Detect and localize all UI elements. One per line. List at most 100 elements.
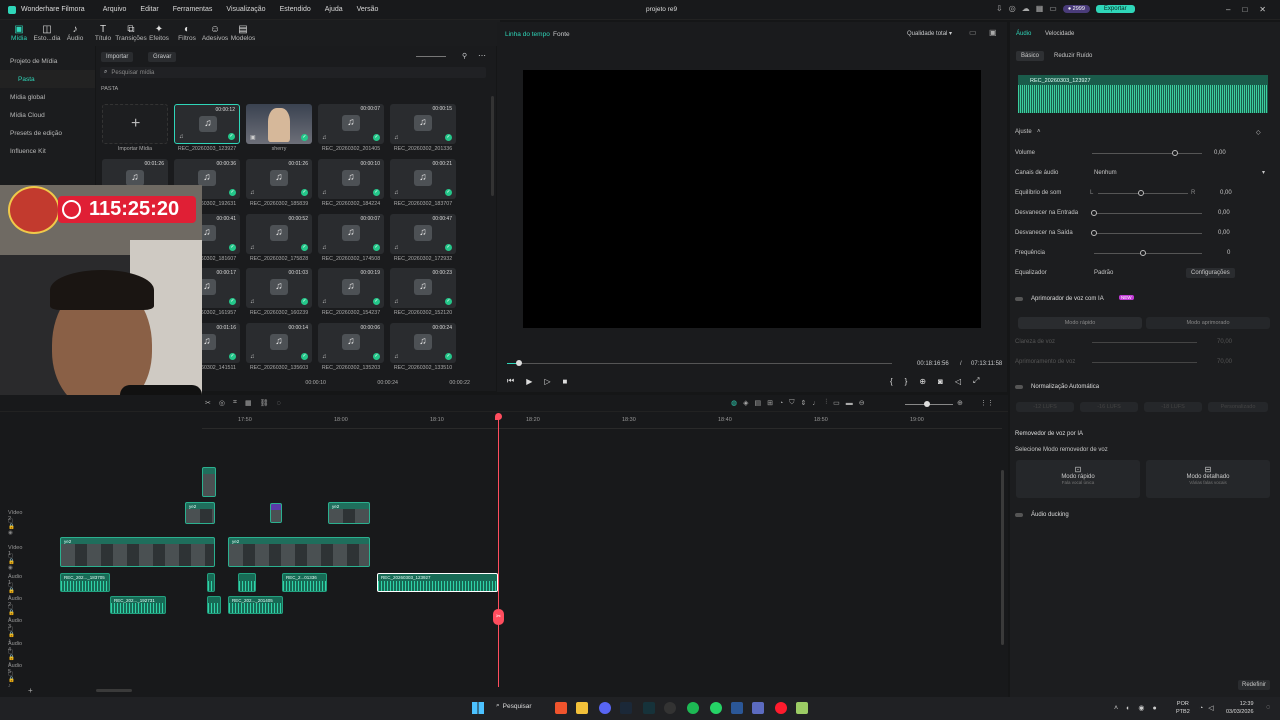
- audio-clip[interactable]: REC_202..._201405: [228, 596, 283, 614]
- quality-dropdown[interactable]: Qualidade total ▾: [907, 30, 952, 37]
- tab-audio-props[interactable]: Áudio: [1016, 31, 1031, 37]
- mic-icon[interactable]: ♩: [812, 400, 819, 407]
- tab-estoque[interactable]: ◫ Esto...dia: [33, 24, 61, 42]
- tab-linha-do-tempo[interactable]: Linha do tempo: [505, 31, 550, 38]
- lufs-18-button[interactable]: -18 LUFS: [1144, 402, 1202, 412]
- media-thumbnail[interactable]: ♫ 00:00:15 ♫ ✓: [390, 104, 456, 144]
- media-thumbnail[interactable]: ♫ 00:00:07 ♫ ✓: [318, 214, 384, 254]
- audio-clip[interactable]: REC_202..._192731: [110, 596, 166, 614]
- prev-frame-icon[interactable]: ⏮: [507, 376, 514, 386]
- remover-detail-button[interactable]: ⊟ Modo detalhado Várias falas vocais: [1146, 460, 1270, 498]
- tab-adesivos[interactable]: ☺ Adesivos: [201, 24, 229, 42]
- audio-clip[interactable]: [207, 573, 215, 592]
- equalizer-select[interactable]: Padrão: [1094, 270, 1113, 276]
- shield-icon[interactable]: ⛉: [789, 399, 794, 407]
- zoom-slider[interactable]: [416, 56, 446, 57]
- menu-editar[interactable]: Editar: [140, 6, 158, 13]
- media-thumbnail[interactable]: ♫ 00:00:07 ♫ ✓: [318, 104, 384, 144]
- notification-bell-icon[interactable]: ◌: [1266, 704, 1270, 711]
- render-icon[interactable]: ◍: [731, 399, 737, 407]
- balance-value[interactable]: 0,00: [1220, 190, 1232, 196]
- frequency-value[interactable]: 0: [1227, 250, 1230, 256]
- caption-icon[interactable]: ▭: [833, 399, 840, 407]
- media-thumbnail[interactable]: ♫ 00:00:12 ♫ ✓: [174, 104, 240, 144]
- grid-icon[interactable]: ▦: [1036, 4, 1044, 13]
- progress-knob[interactable]: [515, 360, 522, 366]
- reset-button[interactable]: Redefinir: [1238, 680, 1271, 690]
- tab-fonte[interactable]: Fonte: [553, 31, 570, 38]
- chat-icon[interactable]: ▭: [1049, 4, 1057, 13]
- frequency-knob[interactable]: [1140, 250, 1146, 256]
- sidebar-item-presets[interactable]: Presets de edição: [0, 124, 95, 142]
- timeline-layout-icon[interactable]: ⋮⋮: [980, 399, 994, 407]
- play-back-icon[interactable]: ▶: [526, 377, 532, 386]
- speed-icon[interactable]: ◔: [779, 400, 783, 407]
- video-clip[interactable]: ye2: [228, 537, 370, 567]
- link-icon[interactable]: ⛓: [260, 399, 269, 407]
- playhead[interactable]: [498, 415, 499, 687]
- tab-transicoes[interactable]: ⧉ Transições: [115, 24, 147, 42]
- snap-icon[interactable]: ⊞: [767, 399, 773, 407]
- sidebar-item-projeto[interactable]: Projeto de Mídia: [0, 52, 95, 70]
- media-thumbnail[interactable]: ♫ 00:00:23 ♫ ✓: [390, 268, 456, 308]
- split-icon[interactable]: ✂: [205, 399, 211, 407]
- ducking-toggle[interactable]: [1015, 513, 1023, 517]
- balance-knob[interactable]: [1138, 190, 1144, 196]
- tab-velocidade[interactable]: Velocidade: [1045, 31, 1074, 37]
- audio-clip[interactable]: REC_2...01336: [282, 573, 327, 592]
- volume-slider[interactable]: [1092, 153, 1202, 154]
- download-icon[interactable]: ⇩: [996, 4, 1003, 13]
- audio-clip[interactable]: REC_202..._183705: [60, 573, 110, 592]
- playhead-scissor-icon[interactable]: ✂: [493, 609, 504, 625]
- remover-fast-button[interactable]: ⊡ Modo rápido Fala vocal única: [1016, 460, 1140, 498]
- credits-badge[interactable]: ● 2999: [1062, 4, 1090, 13]
- tab-audio[interactable]: ♪ Áudio: [61, 24, 89, 42]
- track-controls-icon[interactable]: ▢ 🔒 ♪: [8, 671, 15, 689]
- volume-knob[interactable]: [1172, 150, 1178, 156]
- ai-icon[interactable]: ◎: [219, 399, 225, 407]
- menu-ferramentas[interactable]: Ferramentas: [173, 6, 213, 13]
- import-media-tile[interactable]: +: [102, 104, 168, 144]
- search-box[interactable]: ⌕ Pesquisar mídia: [100, 67, 486, 78]
- menu-estendido[interactable]: Estendido: [280, 6, 311, 13]
- subtitle-icon[interactable]: ▬: [846, 400, 853, 407]
- media-thumbnail[interactable]: ♫ 00:00:21 ♫ ✓: [390, 159, 456, 199]
- cloud-icon[interactable]: ☁: [1022, 4, 1030, 13]
- mode-rapido-button[interactable]: Modo rápido: [1018, 317, 1142, 329]
- grid-tool-icon[interactable]: ▦: [245, 399, 252, 407]
- spotify-icon[interactable]: [687, 702, 699, 714]
- channels-select[interactable]: Nenhum: [1094, 170, 1117, 176]
- sidebar-item-global[interactable]: Mídia global: [0, 88, 95, 106]
- video-clip[interactable]: [270, 503, 282, 523]
- vscode-icon[interactable]: [731, 702, 743, 714]
- tray-app-icon[interactable]: ◐: [1126, 705, 1130, 712]
- play-icon[interactable]: ▷: [544, 377, 550, 386]
- speaker-icon[interactable]: ◁: [1208, 704, 1213, 712]
- video-clip[interactable]: ye2: [60, 537, 215, 567]
- more-icon[interactable]: ⋯: [478, 51, 486, 60]
- tab-midia[interactable]: ▣ Mídia: [5, 24, 33, 42]
- video-clip[interactable]: ye2: [185, 502, 215, 524]
- media-thumbnail[interactable]: ♫ 00:00:19 ♫ ✓: [318, 268, 384, 308]
- keyframe-icon[interactable]: ◇: [1256, 129, 1261, 136]
- brave-icon[interactable]: [555, 702, 567, 714]
- track-controls-icon[interactable]: ▢ 🔒 ◉: [8, 518, 15, 536]
- lufs-12-button[interactable]: -12 LUFS: [1016, 402, 1074, 412]
- subtab-reduzir-ruido[interactable]: Reduzir Ruído: [1054, 53, 1092, 59]
- frequency-slider[interactable]: [1094, 253, 1202, 254]
- fadein-slider[interactable]: [1094, 213, 1202, 214]
- search-input[interactable]: Pesquisar mídia: [111, 70, 154, 76]
- frames-icon[interactable]: ▤: [755, 399, 762, 407]
- media-scrollbar[interactable]: [491, 96, 494, 196]
- menu-ajuda[interactable]: Ajuda: [325, 6, 343, 13]
- import-button[interactable]: Importar: [101, 52, 134, 62]
- timeline-zoom-knob[interactable]: [924, 401, 930, 407]
- tray-dot-icon[interactable]: ●: [1152, 705, 1156, 712]
- audio-clip[interactable]: [207, 596, 221, 614]
- sidebar-item-pasta[interactable]: Pasta: [0, 70, 95, 88]
- close-icon[interactable]: ✕: [1259, 5, 1266, 14]
- mixer-icon[interactable]: ⫶: [825, 399, 827, 407]
- explorer-icon[interactable]: [576, 702, 588, 714]
- mark-out-icon[interactable]: }: [905, 377, 908, 386]
- language-indicator[interactable]: POR PTB2: [1176, 700, 1190, 716]
